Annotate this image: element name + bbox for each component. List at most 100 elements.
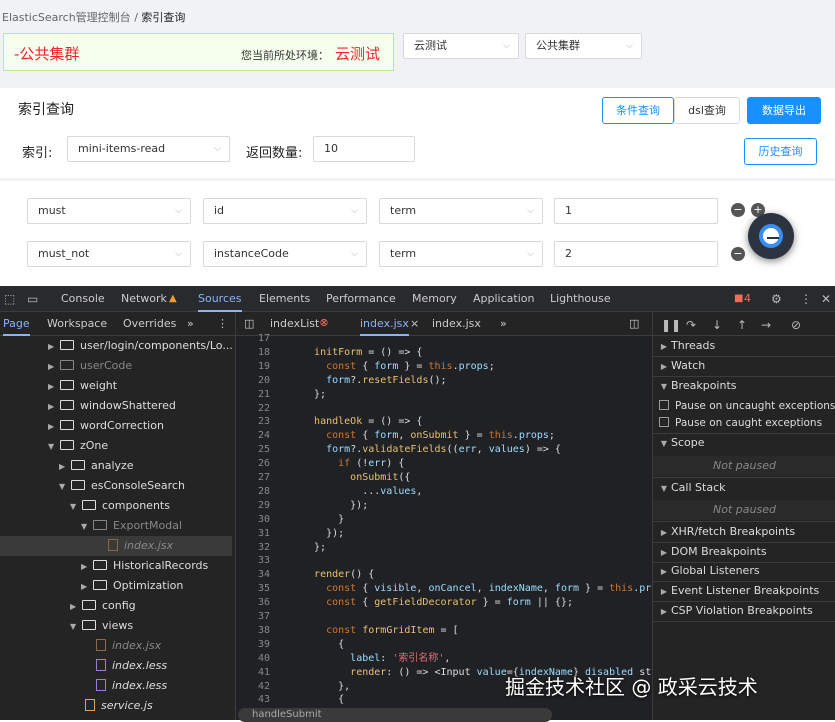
- search-input[interactable]: handleSubmit: [252, 709, 322, 720]
- section-dom-breakpoints[interactable]: ▶ DOM Breakpoints: [653, 542, 835, 562]
- line-number[interactable]: 27: [236, 471, 270, 484]
- operator-select[interactable]: must ⌵: [27, 198, 191, 224]
- tree-item[interactable]: index.jsx: [92, 636, 161, 656]
- deactivate-breakpoints-icon[interactable]: ⊘: [791, 312, 801, 338]
- step-over-icon[interactable]: ↷: [686, 312, 696, 338]
- step-into-icon[interactable]: ↓: [712, 312, 722, 338]
- line-number[interactable]: 22: [236, 402, 270, 415]
- value-input[interactable]: 2: [554, 241, 718, 267]
- more-icon[interactable]: ⋮: [800, 286, 812, 312]
- tree-item[interactable]: ▼ esConsoleSearch: [59, 476, 185, 496]
- code-line[interactable]: 37: [236, 610, 652, 623]
- tree-item[interactable]: ▶ windowShattered: [48, 396, 176, 416]
- cluster-select[interactable]: 公共集群 ⌵: [525, 33, 642, 59]
- line-number[interactable]: 43: [236, 693, 270, 706]
- count-input[interactable]: 10: [313, 136, 415, 162]
- line-number[interactable]: 31: [236, 527, 270, 540]
- tab-overrides[interactable]: Overrides: [123, 312, 176, 336]
- code-line[interactable]: 40 label: '索引名称',: [236, 652, 652, 665]
- section-threads[interactable]: ▶ Threads: [653, 336, 835, 356]
- gear-icon[interactable]: ⚙: [771, 286, 782, 312]
- condition-query-button[interactable]: 条件查询: [602, 97, 674, 124]
- line-number[interactable]: 36: [236, 596, 270, 609]
- line-number[interactable]: 29: [236, 499, 270, 512]
- code-line[interactable]: 28 ...values,: [236, 485, 652, 498]
- line-number[interactable]: 21: [236, 388, 270, 401]
- code-line[interactable]: 24 const { form, onSubmit } = this.props…: [236, 429, 652, 442]
- code-line[interactable]: 32 };: [236, 541, 652, 554]
- line-number[interactable]: 23: [236, 415, 270, 428]
- field-select[interactable]: instanceCode ⌵: [203, 241, 367, 267]
- line-number[interactable]: 34: [236, 568, 270, 581]
- code-line[interactable]: 23 handleOk = () => {: [236, 415, 652, 428]
- export-data-button[interactable]: 数据导出: [747, 97, 821, 124]
- section-global-listeners[interactable]: ▶ Global Listeners: [653, 561, 835, 581]
- breadcrumb-root[interactable]: ElasticSearch管理控制台: [2, 11, 131, 24]
- tree-item[interactable]: ▼ views: [70, 616, 133, 636]
- line-number[interactable]: 30: [236, 513, 270, 526]
- line-number[interactable]: 40: [236, 652, 270, 665]
- more-tabs-icon[interactable]: »: [187, 312, 194, 336]
- tab-performance[interactable]: Performance: [326, 286, 396, 312]
- more-icon[interactable]: ⋮: [217, 312, 228, 336]
- section-breakpoints[interactable]: ▼ Breakpoints: [653, 376, 835, 396]
- tree-item[interactable]: ▶home: [59, 716, 122, 720]
- code-line[interactable]: 22: [236, 402, 652, 415]
- section-event-listener-breakpoints[interactable]: ▶ Event Listener Breakpoints: [653, 581, 835, 601]
- minus-icon[interactable]: −: [731, 247, 745, 261]
- tab-page[interactable]: Page: [3, 312, 30, 336]
- line-number[interactable]: 17: [236, 332, 270, 345]
- code-line[interactable]: 33: [236, 554, 652, 567]
- tree-item[interactable]: ▶ Optimization: [81, 576, 183, 596]
- line-number[interactable]: 42: [236, 680, 270, 693]
- pause-caught-checkbox[interactable]: Pause on caught exceptions: [653, 413, 835, 433]
- code-line[interactable]: 25 form?.validateFields((err, values) =>…: [236, 443, 652, 456]
- tab-lighthouse[interactable]: Lighthouse: [550, 286, 611, 312]
- line-number[interactable]: 18: [236, 346, 270, 359]
- code-line[interactable]: 20 form?.resetFields();: [236, 374, 652, 387]
- tab-network[interactable]: Network: [121, 286, 167, 312]
- issues-icon[interactable]: ■: [734, 286, 743, 312]
- tree-item[interactable]: service.js: [81, 696, 153, 716]
- line-number[interactable]: 33: [236, 554, 270, 567]
- tree-item[interactable]: ▶ HistoricalRecords: [81, 556, 208, 576]
- tree-item[interactable]: ▼ components: [70, 496, 170, 516]
- close-icon[interactable]: ✕: [821, 286, 831, 312]
- code-line[interactable]: 27 onSubmit({: [236, 471, 652, 484]
- tab-workspace[interactable]: Workspace: [47, 312, 107, 336]
- history-query-button[interactable]: 历史查询: [744, 138, 817, 165]
- pause-icon[interactable]: ❚❚: [661, 312, 681, 338]
- code-line[interactable]: 19 const { form } = this.props;: [236, 360, 652, 373]
- checkbox-icon[interactable]: [659, 417, 669, 427]
- dsl-query-button[interactable]: dsl查询: [674, 97, 740, 124]
- line-number[interactable]: 19: [236, 360, 270, 373]
- code-line[interactable]: 21 };: [236, 388, 652, 401]
- tab-console[interactable]: Console: [61, 286, 105, 312]
- code-line[interactable]: 18 initForm = () => {: [236, 346, 652, 359]
- line-number[interactable]: 26: [236, 457, 270, 470]
- inspect-icon[interactable]: ⬚: [4, 286, 15, 312]
- type-select[interactable]: term ⌵: [379, 198, 543, 224]
- tree-item[interactable]: index.less: [92, 676, 167, 696]
- line-number[interactable]: 24: [236, 429, 270, 442]
- step-icon[interactable]: →: [761, 312, 771, 338]
- section-csp-breakpoints[interactable]: ▶ CSP Violation Breakpoints: [653, 601, 835, 621]
- line-number[interactable]: 20: [236, 374, 270, 387]
- line-number[interactable]: 37: [236, 610, 270, 623]
- value-input[interactable]: 1: [554, 198, 718, 224]
- environment-select[interactable]: 云测试 ⌵: [403, 33, 519, 59]
- line-number[interactable]: 39: [236, 638, 270, 651]
- section-scope[interactable]: ▼ Scope: [653, 433, 835, 453]
- tree-item[interactable]: ▼ zOne: [48, 436, 108, 456]
- device-toggle-icon[interactable]: ▭: [27, 286, 38, 312]
- code-line[interactable]: 30 }: [236, 513, 652, 526]
- line-number[interactable]: 28: [236, 485, 270, 498]
- tree-item[interactable]: ▶ user/login/components/Lo...: [48, 336, 233, 356]
- line-number[interactable]: 38: [236, 624, 270, 637]
- code-line[interactable]: 34 render() {: [236, 568, 652, 581]
- tab-memory[interactable]: Memory: [412, 286, 457, 312]
- tree-item-selected[interactable]: index.jsx: [0, 536, 232, 556]
- index-select[interactable]: mini-items-read ⌵: [67, 136, 230, 162]
- code-line[interactable]: 36 const { getFieldDecorator } = form ||…: [236, 596, 652, 609]
- code-line[interactable]: 35 const { visible, onCancel, indexName,…: [236, 582, 669, 595]
